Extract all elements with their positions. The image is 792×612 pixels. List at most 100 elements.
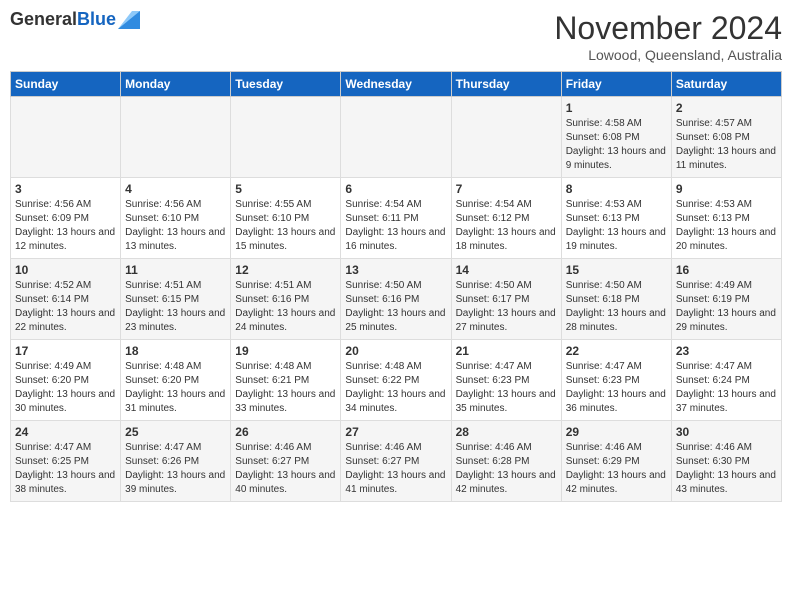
day-info: Sunrise: 4:58 AM Sunset: 6:08 PM Dayligh… [566,117,667,173]
day-number: 11 [125,263,226,277]
day-info: Sunrise: 4:48 AM Sunset: 6:22 PM Dayligh… [345,360,446,416]
calendar-day-cell: 8 Sunrise: 4:53 AM Sunset: 6:13 PM Daylig… [561,178,671,259]
calendar-day-cell: 3 Sunrise: 4:56 AM Sunset: 6:09 PM Daylig… [11,178,121,259]
day-number: 26 [235,425,336,439]
day-number: 27 [345,425,446,439]
calendar-header-row: SundayMondayTuesdayWednesdayThursdayFrid… [11,72,782,97]
calendar-day-cell: 22 Sunrise: 4:47 AM Sunset: 6:23 PM Dayli… [561,340,671,421]
day-info: Sunrise: 4:49 AM Sunset: 6:19 PM Dayligh… [676,279,777,335]
day-info: Sunrise: 4:47 AM Sunset: 6:24 PM Dayligh… [676,360,777,416]
calendar-day-cell: 11 Sunrise: 4:51 AM Sunset: 6:15 PM Dayli… [121,259,231,340]
calendar-day-cell: 17 Sunrise: 4:49 AM Sunset: 6:20 PM Dayli… [11,340,121,421]
calendar-week-row: 24Sunrise: 4:47 AM Sunset: 6:25 PM Dayli… [11,421,782,502]
day-info: Sunrise: 4:54 AM Sunset: 6:12 PM Dayligh… [456,198,557,254]
day-info: Sunrise: 4:46 AM Sunset: 6:27 PM Dayligh… [345,441,446,497]
weekday-header: Thursday [451,72,561,97]
calendar-table: SundayMondayTuesdayWednesdayThursdayFrid… [10,71,782,502]
logo-text: GeneralBlue [10,10,116,30]
calendar-day-cell [451,97,561,178]
calendar-day-cell: 25Sunrise: 4:47 AM Sunset: 6:26 PM Dayli… [121,421,231,502]
calendar-day-cell [231,97,341,178]
weekday-header: Wednesday [341,72,451,97]
logo-icon [118,11,140,29]
calendar-day-cell: 24Sunrise: 4:47 AM Sunset: 6:25 PM Dayli… [11,421,121,502]
day-number: 12 [235,263,336,277]
calendar-day-cell: 21 Sunrise: 4:47 AM Sunset: 6:23 PM Dayli… [451,340,561,421]
day-number: 25 [125,425,226,439]
day-number: 23 [676,344,777,358]
day-info: Sunrise: 4:54 AM Sunset: 6:11 PM Dayligh… [345,198,446,254]
calendar-week-row: 1 Sunrise: 4:58 AM Sunset: 6:08 PM Daylig… [11,97,782,178]
day-number: 13 [345,263,446,277]
location-title: Lowood, Queensland, Australia [554,47,782,63]
day-info: Sunrise: 4:53 AM Sunset: 6:13 PM Dayligh… [676,198,777,254]
day-number: 9 [676,182,777,196]
day-info: Sunrise: 4:56 AM Sunset: 6:09 PM Dayligh… [15,198,116,254]
day-number: 19 [235,344,336,358]
day-number: 17 [15,344,116,358]
calendar-day-cell: 1 Sunrise: 4:58 AM Sunset: 6:08 PM Daylig… [561,97,671,178]
day-number: 21 [456,344,557,358]
day-info: Sunrise: 4:47 AM Sunset: 6:23 PM Dayligh… [566,360,667,416]
day-number: 2 [676,101,777,115]
day-number: 10 [15,263,116,277]
day-number: 6 [345,182,446,196]
day-number: 20 [345,344,446,358]
day-info: Sunrise: 4:50 AM Sunset: 6:17 PM Dayligh… [456,279,557,335]
day-info: Sunrise: 4:52 AM Sunset: 6:14 PM Dayligh… [15,279,116,335]
calendar-day-cell: 10 Sunrise: 4:52 AM Sunset: 6:14 PM Dayli… [11,259,121,340]
day-number: 30 [676,425,777,439]
day-info: Sunrise: 4:50 AM Sunset: 6:16 PM Dayligh… [345,279,446,335]
calendar-day-cell: 6 Sunrise: 4:54 AM Sunset: 6:11 PM Daylig… [341,178,451,259]
day-number: 14 [456,263,557,277]
title-block: November 2024 Lowood, Queensland, Austra… [554,10,782,63]
calendar-week-row: 10 Sunrise: 4:52 AM Sunset: 6:14 PM Dayli… [11,259,782,340]
calendar-day-cell [11,97,121,178]
day-info: Sunrise: 4:53 AM Sunset: 6:13 PM Dayligh… [566,198,667,254]
calendar-day-cell: 27 Sunrise: 4:46 AM Sunset: 6:27 PM Dayli… [341,421,451,502]
calendar-day-cell: 26 Sunrise: 4:46 AM Sunset: 6:27 PM Dayli… [231,421,341,502]
day-info: Sunrise: 4:46 AM Sunset: 6:28 PM Dayligh… [456,441,557,497]
day-info: Sunrise: 4:50 AM Sunset: 6:18 PM Dayligh… [566,279,667,335]
day-info: Sunrise: 4:46 AM Sunset: 6:27 PM Dayligh… [235,441,336,497]
day-info: Sunrise: 4:46 AM Sunset: 6:29 PM Dayligh… [566,441,667,497]
calendar-day-cell: 7 Sunrise: 4:54 AM Sunset: 6:12 PM Daylig… [451,178,561,259]
day-number: 29 [566,425,667,439]
day-info: Sunrise: 4:51 AM Sunset: 6:16 PM Dayligh… [235,279,336,335]
calendar-day-cell: 2Sunrise: 4:57 AM Sunset: 6:08 PM Daylig… [671,97,781,178]
weekday-header: Monday [121,72,231,97]
day-number: 8 [566,182,667,196]
day-number: 22 [566,344,667,358]
day-number: 1 [566,101,667,115]
day-number: 5 [235,182,336,196]
weekday-header: Saturday [671,72,781,97]
calendar-day-cell: 20 Sunrise: 4:48 AM Sunset: 6:22 PM Dayli… [341,340,451,421]
calendar-day-cell: 29 Sunrise: 4:46 AM Sunset: 6:29 PM Dayli… [561,421,671,502]
day-info: Sunrise: 4:47 AM Sunset: 6:23 PM Dayligh… [456,360,557,416]
month-title: November 2024 [554,10,782,47]
calendar-day-cell: 12 Sunrise: 4:51 AM Sunset: 6:16 PM Dayli… [231,259,341,340]
day-info: Sunrise: 4:51 AM Sunset: 6:15 PM Dayligh… [125,279,226,335]
day-number: 3 [15,182,116,196]
day-info: Sunrise: 4:48 AM Sunset: 6:20 PM Dayligh… [125,360,226,416]
calendar-week-row: 3 Sunrise: 4:56 AM Sunset: 6:09 PM Daylig… [11,178,782,259]
calendar-week-row: 17 Sunrise: 4:49 AM Sunset: 6:20 PM Dayli… [11,340,782,421]
calendar-day-cell [341,97,451,178]
calendar-day-cell: 18Sunrise: 4:48 AM Sunset: 6:20 PM Dayli… [121,340,231,421]
calendar-day-cell [121,97,231,178]
day-info: Sunrise: 4:49 AM Sunset: 6:20 PM Dayligh… [15,360,116,416]
calendar-day-cell: 14 Sunrise: 4:50 AM Sunset: 6:17 PM Dayli… [451,259,561,340]
day-number: 7 [456,182,557,196]
calendar-day-cell: 30Sunrise: 4:46 AM Sunset: 6:30 PM Dayli… [671,421,781,502]
day-info: Sunrise: 4:56 AM Sunset: 6:10 PM Dayligh… [125,198,226,254]
logo: GeneralBlue [10,10,140,30]
day-number: 24 [15,425,116,439]
calendar-day-cell: 28 Sunrise: 4:46 AM Sunset: 6:28 PM Dayli… [451,421,561,502]
weekday-header: Tuesday [231,72,341,97]
weekday-header: Sunday [11,72,121,97]
calendar-day-cell: 5Sunrise: 4:55 AM Sunset: 6:10 PM Daylig… [231,178,341,259]
day-info: Sunrise: 4:48 AM Sunset: 6:21 PM Dayligh… [235,360,336,416]
page-header: GeneralBlue November 2024 Lowood, Queens… [10,10,782,63]
day-number: 28 [456,425,557,439]
calendar-day-cell: 23 Sunrise: 4:47 AM Sunset: 6:24 PM Dayli… [671,340,781,421]
